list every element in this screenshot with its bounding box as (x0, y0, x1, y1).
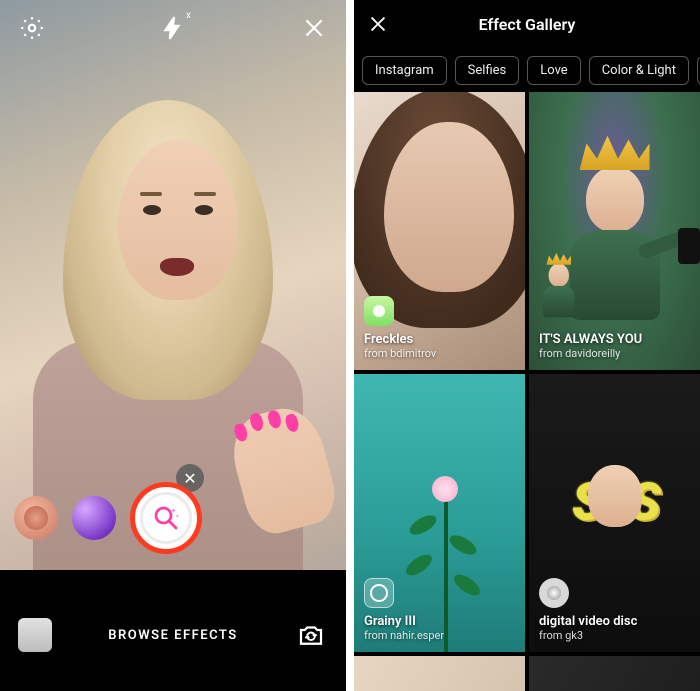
flash-icon[interactable]: x (159, 14, 187, 42)
category-chip[interactable]: Instagram (362, 56, 447, 85)
close-camera-icon[interactable] (300, 14, 328, 42)
effect-author: from bdimitrov (364, 347, 436, 360)
effect-title: Freckles (364, 332, 436, 347)
effect-tile[interactable]: Freckles from bdimitrov (354, 92, 525, 370)
settings-icon[interactable] (18, 14, 46, 42)
browse-effects-button[interactable] (130, 482, 202, 554)
effect-badge-icon (364, 578, 394, 608)
camera-viewport: x ✕ (0, 0, 346, 570)
effect-badge-icon (539, 578, 569, 608)
effect-author: from nahir.esper (364, 629, 444, 642)
effect-tile[interactable]: IT'S ALWAYS YOU from davidoreilly (529, 92, 700, 370)
close-gallery-icon[interactable] (364, 10, 392, 38)
switch-camera-icon[interactable] (294, 618, 328, 652)
camera-bottom-bar: BROWSE EFFECTS (0, 579, 346, 691)
effect-carousel[interactable] (0, 478, 346, 558)
browse-effects-label: BROWSE EFFECTS (108, 628, 237, 643)
effect-gallery-screen: Effect Gallery Instagram Selfies Love Co… (354, 0, 700, 691)
effect-thumb[interactable] (72, 496, 116, 540)
effect-tile[interactable] (354, 656, 525, 691)
effect-author: from davidoreilly (539, 347, 642, 360)
effect-grid: Freckles from bdimitrov IT'S ALWAYS YOU … (354, 92, 700, 691)
effect-title: digital video disc (539, 614, 637, 629)
camera-screen: x ✕ (0, 0, 346, 691)
category-chip[interactable]: Color & Light (589, 56, 689, 85)
effect-title: Grainy III (364, 614, 444, 629)
effect-tile[interactable] (529, 656, 700, 691)
camera-top-controls: x (0, 14, 346, 42)
category-row[interactable]: Instagram Selfies Love Color & Light Cam… (354, 48, 700, 92)
browse-effects-icon (140, 492, 192, 544)
effect-tile[interactable]: Grainy III from nahir.esper (354, 374, 525, 652)
effect-title: IT'S ALWAYS YOU (539, 332, 642, 347)
effect-author: from gk3 (539, 629, 637, 642)
category-chip[interactable]: Love (527, 56, 580, 85)
gallery-title: Effect Gallery (479, 15, 576, 34)
effect-thumb[interactable] (14, 496, 58, 540)
gallery-header: Effect Gallery (354, 0, 700, 48)
gallery-thumbnail[interactable] (18, 618, 52, 652)
effect-badge-icon (364, 296, 394, 326)
effect-tile[interactable]: SUS digital video disc from gk3 (529, 374, 700, 652)
flash-mode-label: x (186, 10, 191, 21)
category-chip[interactable]: Selfies (455, 56, 520, 85)
